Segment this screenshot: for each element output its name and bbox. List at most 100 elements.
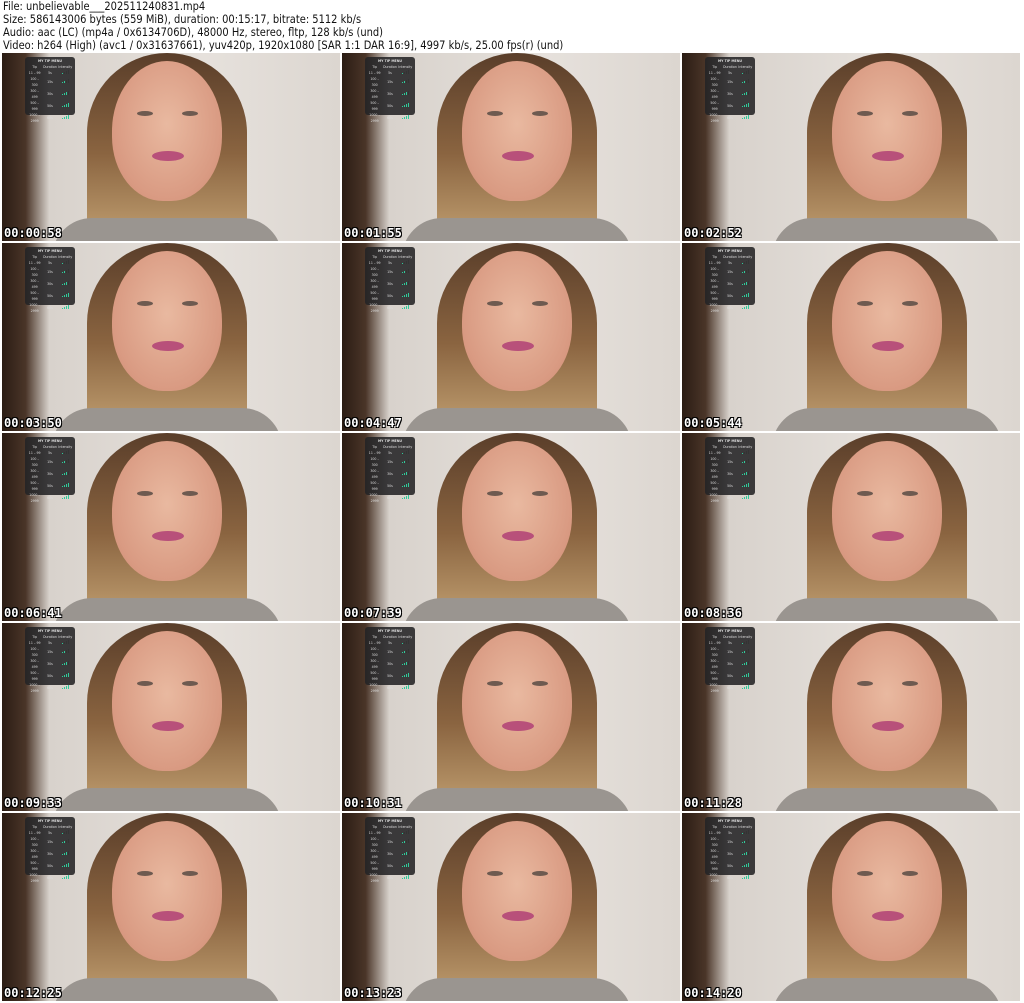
intensity-bars [58,649,73,655]
tip-menu-row: 1000 – 2999 60s [367,872,413,884]
tip-menu-row: 500 – 999 50s [707,100,753,112]
shirt [402,218,632,241]
intensity-bar [407,495,410,499]
tip-menu-row: 300 – 499 30s [27,848,73,860]
video-thumbnail[interactable]: MY TIP MENU Tip Duration Intensity 11 – 99… [2,623,340,811]
video-thumbnail[interactable]: MY TIP MENU Tip Duration Intensity 11 – 99… [2,243,340,431]
intensity-bars [738,839,753,845]
lips [152,341,184,351]
video-thumbnail[interactable]: MY TIP MENU Tip Duration Intensity 11 – 99… [682,813,1020,1001]
tip-duration: 50s [727,294,733,298]
intensity-bar [407,79,410,83]
tip-duration: 15s [387,650,393,654]
tip-menu-row: 300 – 499 30s [27,88,73,100]
tip-menu-row: 500 – 999 50s [707,670,753,682]
tip-range: 300 – 499 [30,279,40,289]
tip-duration: 60s [47,306,53,310]
eye [182,871,198,876]
intensity-bar [67,863,70,867]
intensity-bars [738,661,753,667]
eye [857,111,873,116]
intensity-bars [398,91,413,97]
tip-duration: 50s [47,104,53,108]
video-thumbnail[interactable]: MY TIP MENU Tip Duration Intensity 11 – 99… [682,243,1020,431]
tip-range: 100 – 300 [710,267,720,277]
tip-duration: 60s [727,496,733,500]
tip-duration: 5s [388,71,392,75]
tip-range: 1000 – 2999 [29,873,41,883]
eye [532,491,548,496]
tip-duration: 5s [48,831,52,835]
face [832,61,942,201]
video-thumbnail[interactable]: MY TIP MENU Tip Duration Intensity 11 – 99… [342,623,680,811]
tip-duration: 15s [47,840,53,844]
tip-range: 100 – 300 [30,267,40,277]
intensity-bars [58,661,73,667]
intensity-bar [407,863,410,867]
tip-menu-row: 300 – 499 30s [367,468,413,480]
face [832,441,942,581]
tip-menu-overlay: MY TIP MENU Tip Duration Intensity 11 – 99… [365,247,415,313]
intensity-bars [738,830,753,836]
video-info: Video: h264 (High) (avc1 / 0x31637661), … [3,38,564,52]
tip-menu-row: 300 – 499 30s [27,468,73,480]
intensity-bar [407,875,410,879]
intensity-bar [747,305,750,309]
tip-range: 500 – 999 [30,101,40,111]
intensity-bars [398,661,413,667]
face [462,251,572,391]
tip-range: 1000 – 2999 [369,493,381,503]
tip-menu-row: 1000 – 2999 60s [707,682,753,694]
eye [182,111,198,116]
video-thumbnail[interactable]: MY TIP MENU Tip Duration Intensity 11 – 99… [342,53,680,241]
eye [487,681,503,686]
intensity-bars [398,305,413,311]
eye [182,681,198,686]
tip-menu-overlay: MY TIP MENU Tip Duration Intensity 11 – 99… [705,817,755,883]
tip-menu-row: 500 – 999 50s [707,860,753,872]
video-thumbnail[interactable]: MY TIP MENU Tip Duration Intensity 11 – 99… [682,433,1020,621]
thumbnail-grid: MY TIP MENU Tip Duration Intensity 11 – 99… [2,53,1020,1001]
video-thumbnail[interactable]: MY TIP MENU Tip Duration Intensity 11 – 99… [2,433,340,621]
video-thumbnail[interactable]: MY TIP MENU Tip Duration Intensity 11 – 99… [342,813,680,1001]
intensity-bar [747,649,750,653]
intensity-bar [67,661,70,665]
video-thumbnail[interactable]: MY TIP MENU Tip Duration Intensity 11 – 99… [2,813,340,1001]
timestamp: 00:08:36 [684,606,742,620]
tip-duration: 30s [387,92,393,96]
intensity-bars [58,483,73,489]
tip-range: 300 – 499 [710,659,720,669]
tip-duration: 50s [387,104,393,108]
video-thumbnail[interactable]: MY TIP MENU Tip Duration Intensity 11 – 99… [342,243,680,431]
intensity-bar [407,450,410,454]
video-thumbnail[interactable]: MY TIP MENU Tip Duration Intensity 11 – 99… [682,623,1020,811]
tip-range: 300 – 499 [710,469,720,479]
intensity-bar [67,459,70,463]
eye [487,491,503,496]
tip-range: 500 – 999 [370,481,380,491]
tip-range: 1000 – 2999 [709,113,721,123]
intensity-bar [407,260,410,264]
intensity-bars [58,305,73,311]
tip-menu-overlay: MY TIP MENU Tip Duration Intensity 11 – 99… [705,57,755,123]
timestamp: 00:03:50 [4,416,62,430]
video-thumbnail[interactable]: MY TIP MENU Tip Duration Intensity 11 – 99… [682,53,1020,241]
tip-duration: 5s [728,641,732,645]
tip-menu-overlay: MY TIP MENU Tip Duration Intensity 11 – 99… [705,437,755,503]
eye [137,301,153,306]
intensity-bar [747,260,750,264]
timestamp: 00:14:20 [684,986,742,1000]
lips [502,341,534,351]
tip-range: 1000 – 2999 [369,113,381,123]
video-thumbnail[interactable]: MY TIP MENU Tip Duration Intensity 11 – 99… [2,53,340,241]
tip-duration: 30s [727,852,733,856]
tip-menu-overlay: MY TIP MENU Tip Duration Intensity 11 – 99… [365,627,415,693]
video-thumbnail[interactable]: MY TIP MENU Tip Duration Intensity 11 – 99… [342,433,680,621]
tip-duration: 50s [47,294,53,298]
intensity-bar [67,281,70,285]
tip-range: 100 – 300 [370,267,380,277]
tip-duration: 15s [47,650,53,654]
intensity-bar [747,115,750,119]
tip-duration: 60s [387,686,393,690]
tip-duration: 30s [727,472,733,476]
